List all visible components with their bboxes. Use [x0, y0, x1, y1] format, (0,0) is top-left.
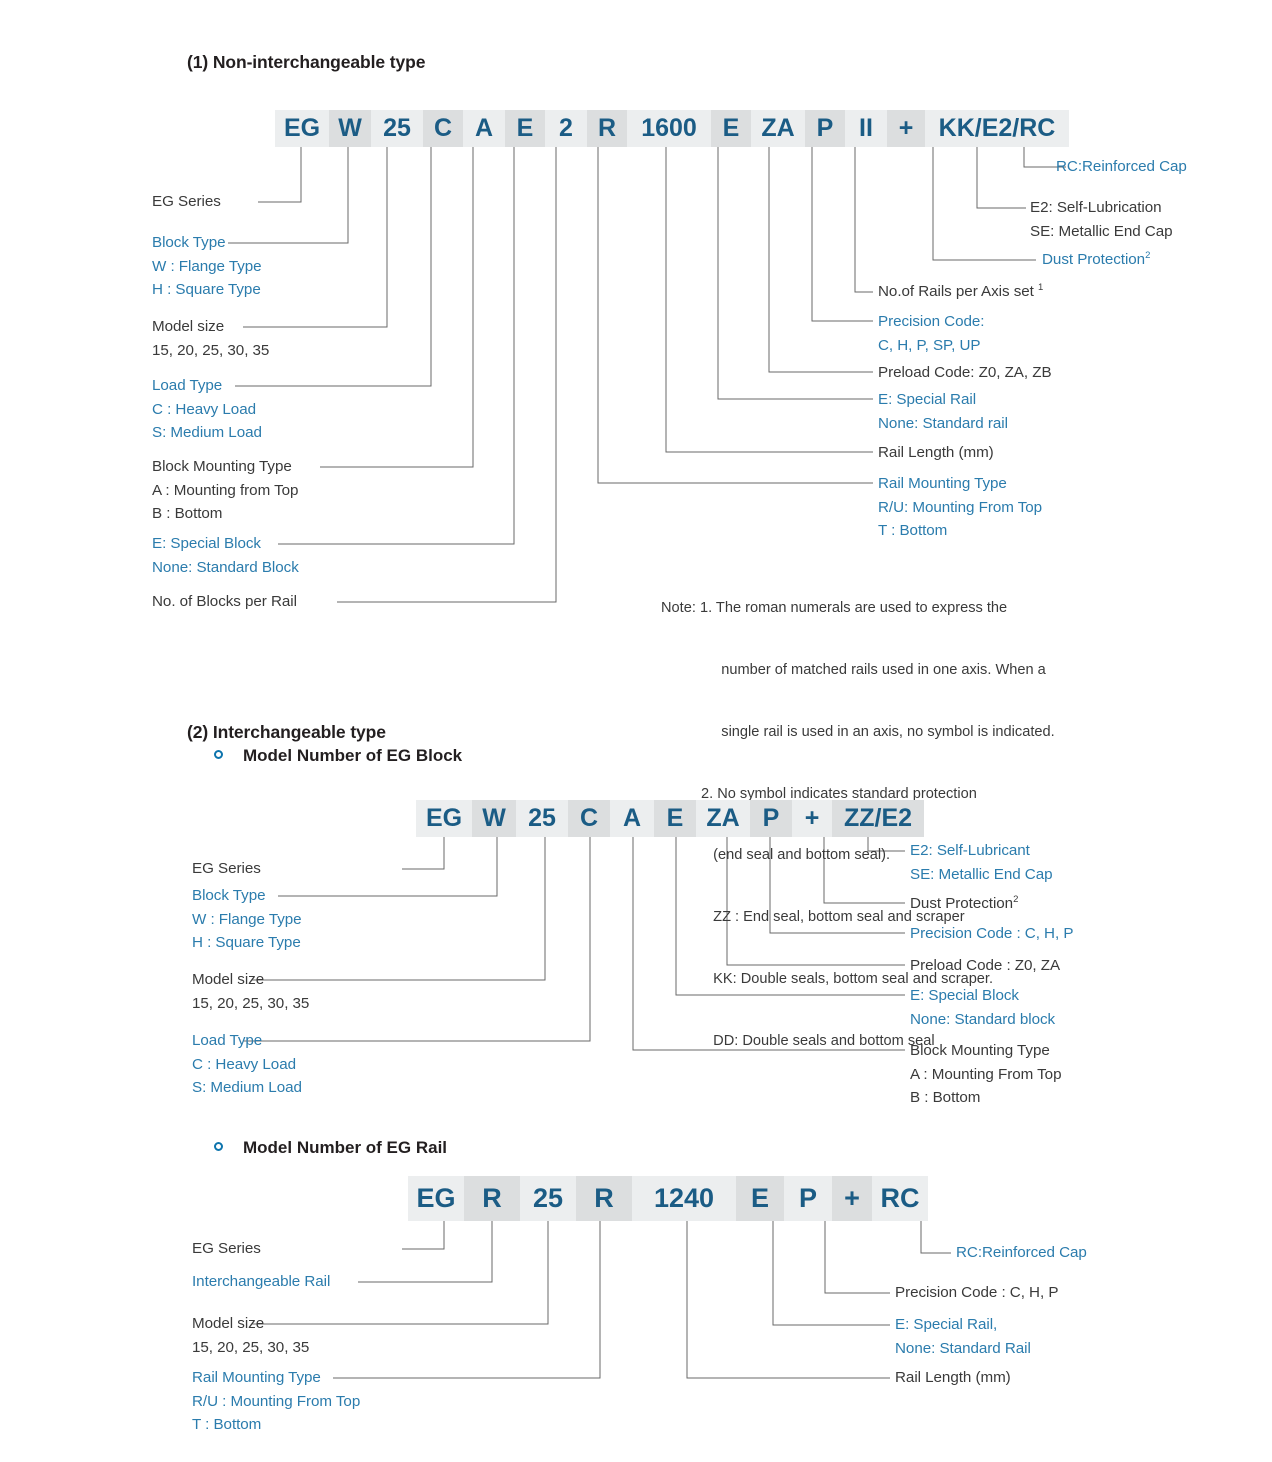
s2-label-precision-code: Precision Code : C, H, P [910, 925, 1074, 942]
section3-code-box-r: R [576, 1176, 632, 1221]
section3-code-box-p: P [784, 1176, 832, 1221]
s1-label-rails-per-axis: No.of Rails per Axis set 1 [878, 281, 1044, 300]
section3-code-box-25: 25 [520, 1176, 576, 1221]
section3-code-box-e: E [736, 1176, 784, 1221]
s3-label-eg-series: EG Series [192, 1240, 261, 1257]
section2-code-box-eg: EG [416, 800, 472, 837]
section1-code-string: EG W 25 C A E 2 R 1600 E ZA P II + KK/E2/RC [275, 110, 1069, 147]
bullet-ring-icon-rail [214, 1142, 223, 1151]
s1-label-eg-series: EG Series [152, 193, 221, 210]
page-canvas: (1) Non-interchangeable type EG W 25 C A E 2 R 1… [0, 0, 1272, 1462]
section2-code-box-: + [792, 800, 832, 837]
section2-heading: (2) Interchangeable type [187, 722, 386, 742]
section1-code-box-a: A [463, 110, 505, 147]
section2-code-box-25: 25 [516, 800, 568, 837]
s3-label-rail-length: Rail Length (mm) [895, 1369, 1011, 1386]
section1-code-box-2: 2 [545, 110, 587, 147]
section2-code-box-a: A [610, 800, 654, 837]
section2-code-box-za: ZA [696, 800, 750, 837]
s1-label-load-type: Load Type C : Heavy Load S: Medium Load [152, 377, 262, 441]
section2-code-string: EG W 25 C A E ZA P + ZZ/E2 [416, 800, 924, 837]
s2-label-model-size: Model size 15, 20, 25, 30, 35 [192, 971, 310, 1012]
s1-label-block-mounting-type: Block Mounting Type A : Mounting from To… [152, 458, 299, 522]
section3-code-box-eg: EG [408, 1176, 464, 1221]
s1-label-model-size: Model size 15, 20, 25, 30, 35 [152, 318, 270, 359]
s2-label-dust-protection: Dust Protection2 [910, 893, 1019, 912]
s2-label-preload-code: Preload Code : Z0, ZA [910, 957, 1061, 974]
s3-label-interchangeable-rail: Interchangeable Rail [192, 1273, 331, 1290]
section3-code-box-1240: 1240 [632, 1176, 736, 1221]
s1-label-rail-length: Rail Length (mm) [878, 444, 994, 461]
bullet-ring-icon-block [214, 750, 223, 759]
section1-code-box-e: E [711, 110, 751, 147]
s2-label-block-mounting-type: Block Mounting Type A : Mounting From To… [910, 1042, 1062, 1106]
section1-code-box-1600: 1600 [627, 110, 711, 147]
s1-label-block-type: Block Type W : Flange Type H : Square Ty… [152, 234, 262, 298]
section2-code-box-p: P [750, 800, 792, 837]
section1-code-box-: + [887, 110, 925, 147]
section1-code-box-ii: II [845, 110, 887, 147]
s2-label-block-type: Block Type W : Flange Type H : Square Ty… [192, 887, 302, 951]
s1-label-reinforced-cap: RC:Reinforced Cap [1056, 158, 1187, 175]
s2-label-special-block: E: Special Block None: Standard block [910, 987, 1056, 1028]
s1-label-dust-protection: Dust Protection2 [1042, 249, 1151, 268]
s2-label-eg-series: EG Series [192, 860, 261, 877]
section1-code-box-w: W [329, 110, 371, 147]
section1-code-box-c: C [423, 110, 463, 147]
s3-label-rail-mounting-type: Rail Mounting Type R/U : Mounting From T… [192, 1369, 361, 1433]
section1-heading: (1) Non-interchangeable type [187, 52, 426, 72]
section3-code-box-rc: RC [872, 1176, 928, 1221]
section1-code-box-p: P [805, 110, 845, 147]
section1-code-box-kke2rc: KK/E2/RC [925, 110, 1069, 147]
section1-code-box-25: 25 [371, 110, 423, 147]
s2-label-self-lubricant: E2: Self-Lubricant SE: Metallic End Cap [910, 842, 1053, 883]
s2-label-load-type: Load Type C : Heavy Load S: Medium Load [192, 1032, 302, 1096]
s1-label-preload-code: Preload Code: Z0, ZA, ZB [878, 364, 1052, 381]
section1-code-box-e: E [505, 110, 545, 147]
s1-label-special-rail: E: Special Rail None: Standard rail [878, 391, 1008, 432]
section2-code-box-w: W [472, 800, 516, 837]
section3-code-string: EG R 25 R 1240 E P + RC [408, 1176, 928, 1221]
section3-code-box-: + [832, 1176, 872, 1221]
section3-subheading: Model Number of EG Rail [243, 1138, 448, 1157]
section2-code-box-e: E [654, 800, 696, 837]
s3-label-precision-code: Precision Code : C, H, P [895, 1284, 1059, 1301]
s3-label-model-size: Model size 15, 20, 25, 30, 35 [192, 1315, 310, 1356]
section2-code-box-zze2: ZZ/E2 [832, 800, 924, 837]
s1-label-precision-code: Precision Code: C, H, P, SP, UP [878, 313, 985, 354]
section1-code-box-za: ZA [751, 110, 805, 147]
section1-code-box-eg: EG [275, 110, 329, 147]
s1-label-blocks-per-rail: No. of Blocks per Rail [152, 593, 297, 610]
section2-code-box-c: C [568, 800, 610, 837]
section1-code-box-r: R [587, 110, 627, 147]
s1-label-rail-mounting-type: Rail Mounting Type R/U: Mounting From To… [878, 475, 1043, 539]
section2-subheading: Model Number of EG Block [243, 746, 463, 765]
s1-label-self-lubrication: E2: Self-Lubrication SE: Metallic End Ca… [1030, 199, 1173, 240]
section3-code-box-r: R [464, 1176, 520, 1221]
s3-label-special-rail: E: Special Rail, None: Standard Rail [895, 1316, 1031, 1357]
s1-label-special-block: E: Special Block None: Standard Block [152, 535, 299, 576]
s3-label-reinforced-cap: RC:Reinforced Cap [956, 1244, 1087, 1261]
